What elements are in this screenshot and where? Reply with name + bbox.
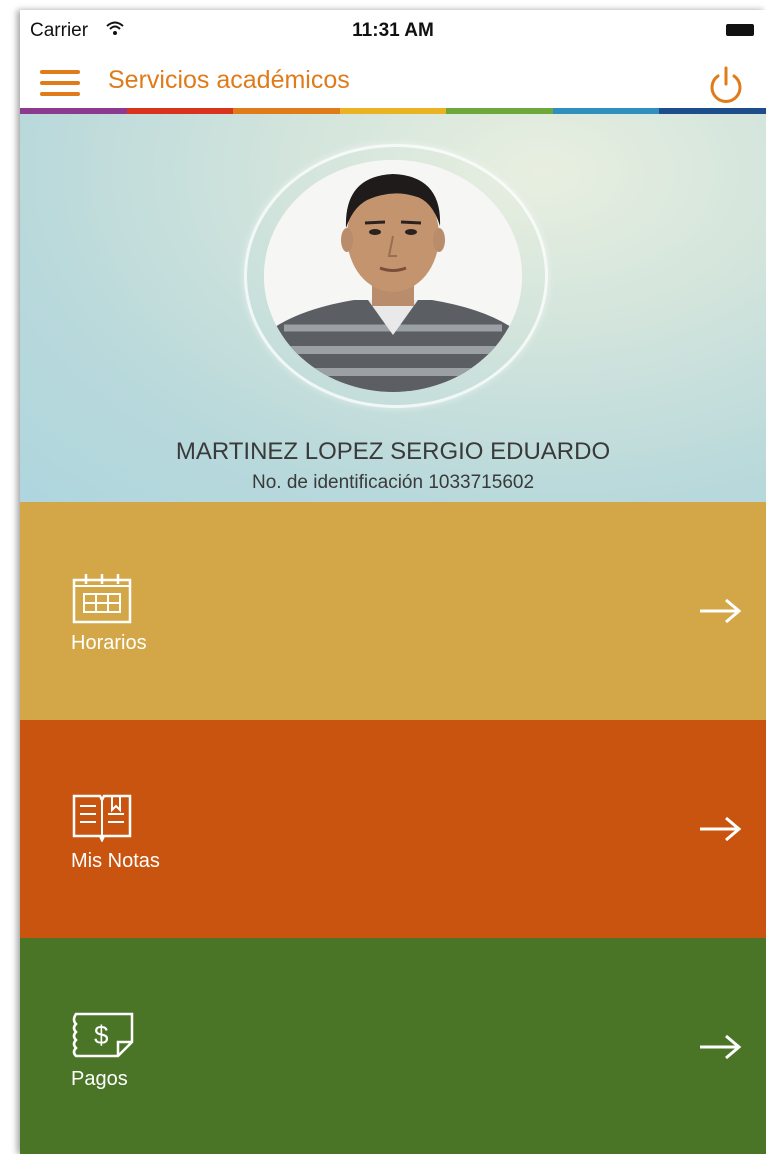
arrow-right-icon bbox=[700, 1034, 742, 1060]
status-bar: Carrier 11:31 AM bbox=[20, 10, 766, 50]
battery-icon bbox=[726, 24, 754, 36]
hamburger-menu-icon[interactable] bbox=[40, 70, 80, 98]
menu-item-label: Horarios bbox=[71, 632, 147, 654]
page-title: Servicios académicos bbox=[108, 66, 350, 94]
arrow-right-icon bbox=[700, 598, 742, 624]
student-name: MARTINEZ LOPEZ SERGIO EDUARDO bbox=[175, 438, 611, 465]
arrow-right-icon bbox=[700, 816, 742, 842]
calendar-icon bbox=[72, 574, 132, 624]
profile-header: MARTINEZ LOPEZ SERGIO EDUARDO No. de ide… bbox=[20, 114, 766, 502]
menu-item-label: Mis Notas bbox=[71, 850, 160, 872]
student-id: No. de identificación 1033715602 bbox=[251, 472, 535, 493]
avatar bbox=[264, 160, 522, 392]
power-icon[interactable] bbox=[704, 64, 748, 108]
open-book-icon bbox=[72, 794, 132, 842]
receipt-dollar-icon: $ bbox=[72, 1012, 134, 1058]
menu-item-horarios[interactable]: Horarios bbox=[20, 502, 766, 720]
app-screen: Carrier 11:31 AM Servicios académicos MA… bbox=[20, 10, 766, 1154]
svg-text:$: $ bbox=[94, 1020, 109, 1050]
status-time: 11:31 AM bbox=[352, 20, 434, 41]
menu-item-pagos[interactable]: $ Pagos bbox=[20, 938, 766, 1154]
profile-photo bbox=[264, 160, 522, 392]
menu-item-label: Pagos bbox=[71, 1068, 128, 1090]
menu-item-mis-notas[interactable]: Mis Notas bbox=[20, 720, 766, 938]
nav-bar: Servicios académicos bbox=[20, 50, 766, 108]
